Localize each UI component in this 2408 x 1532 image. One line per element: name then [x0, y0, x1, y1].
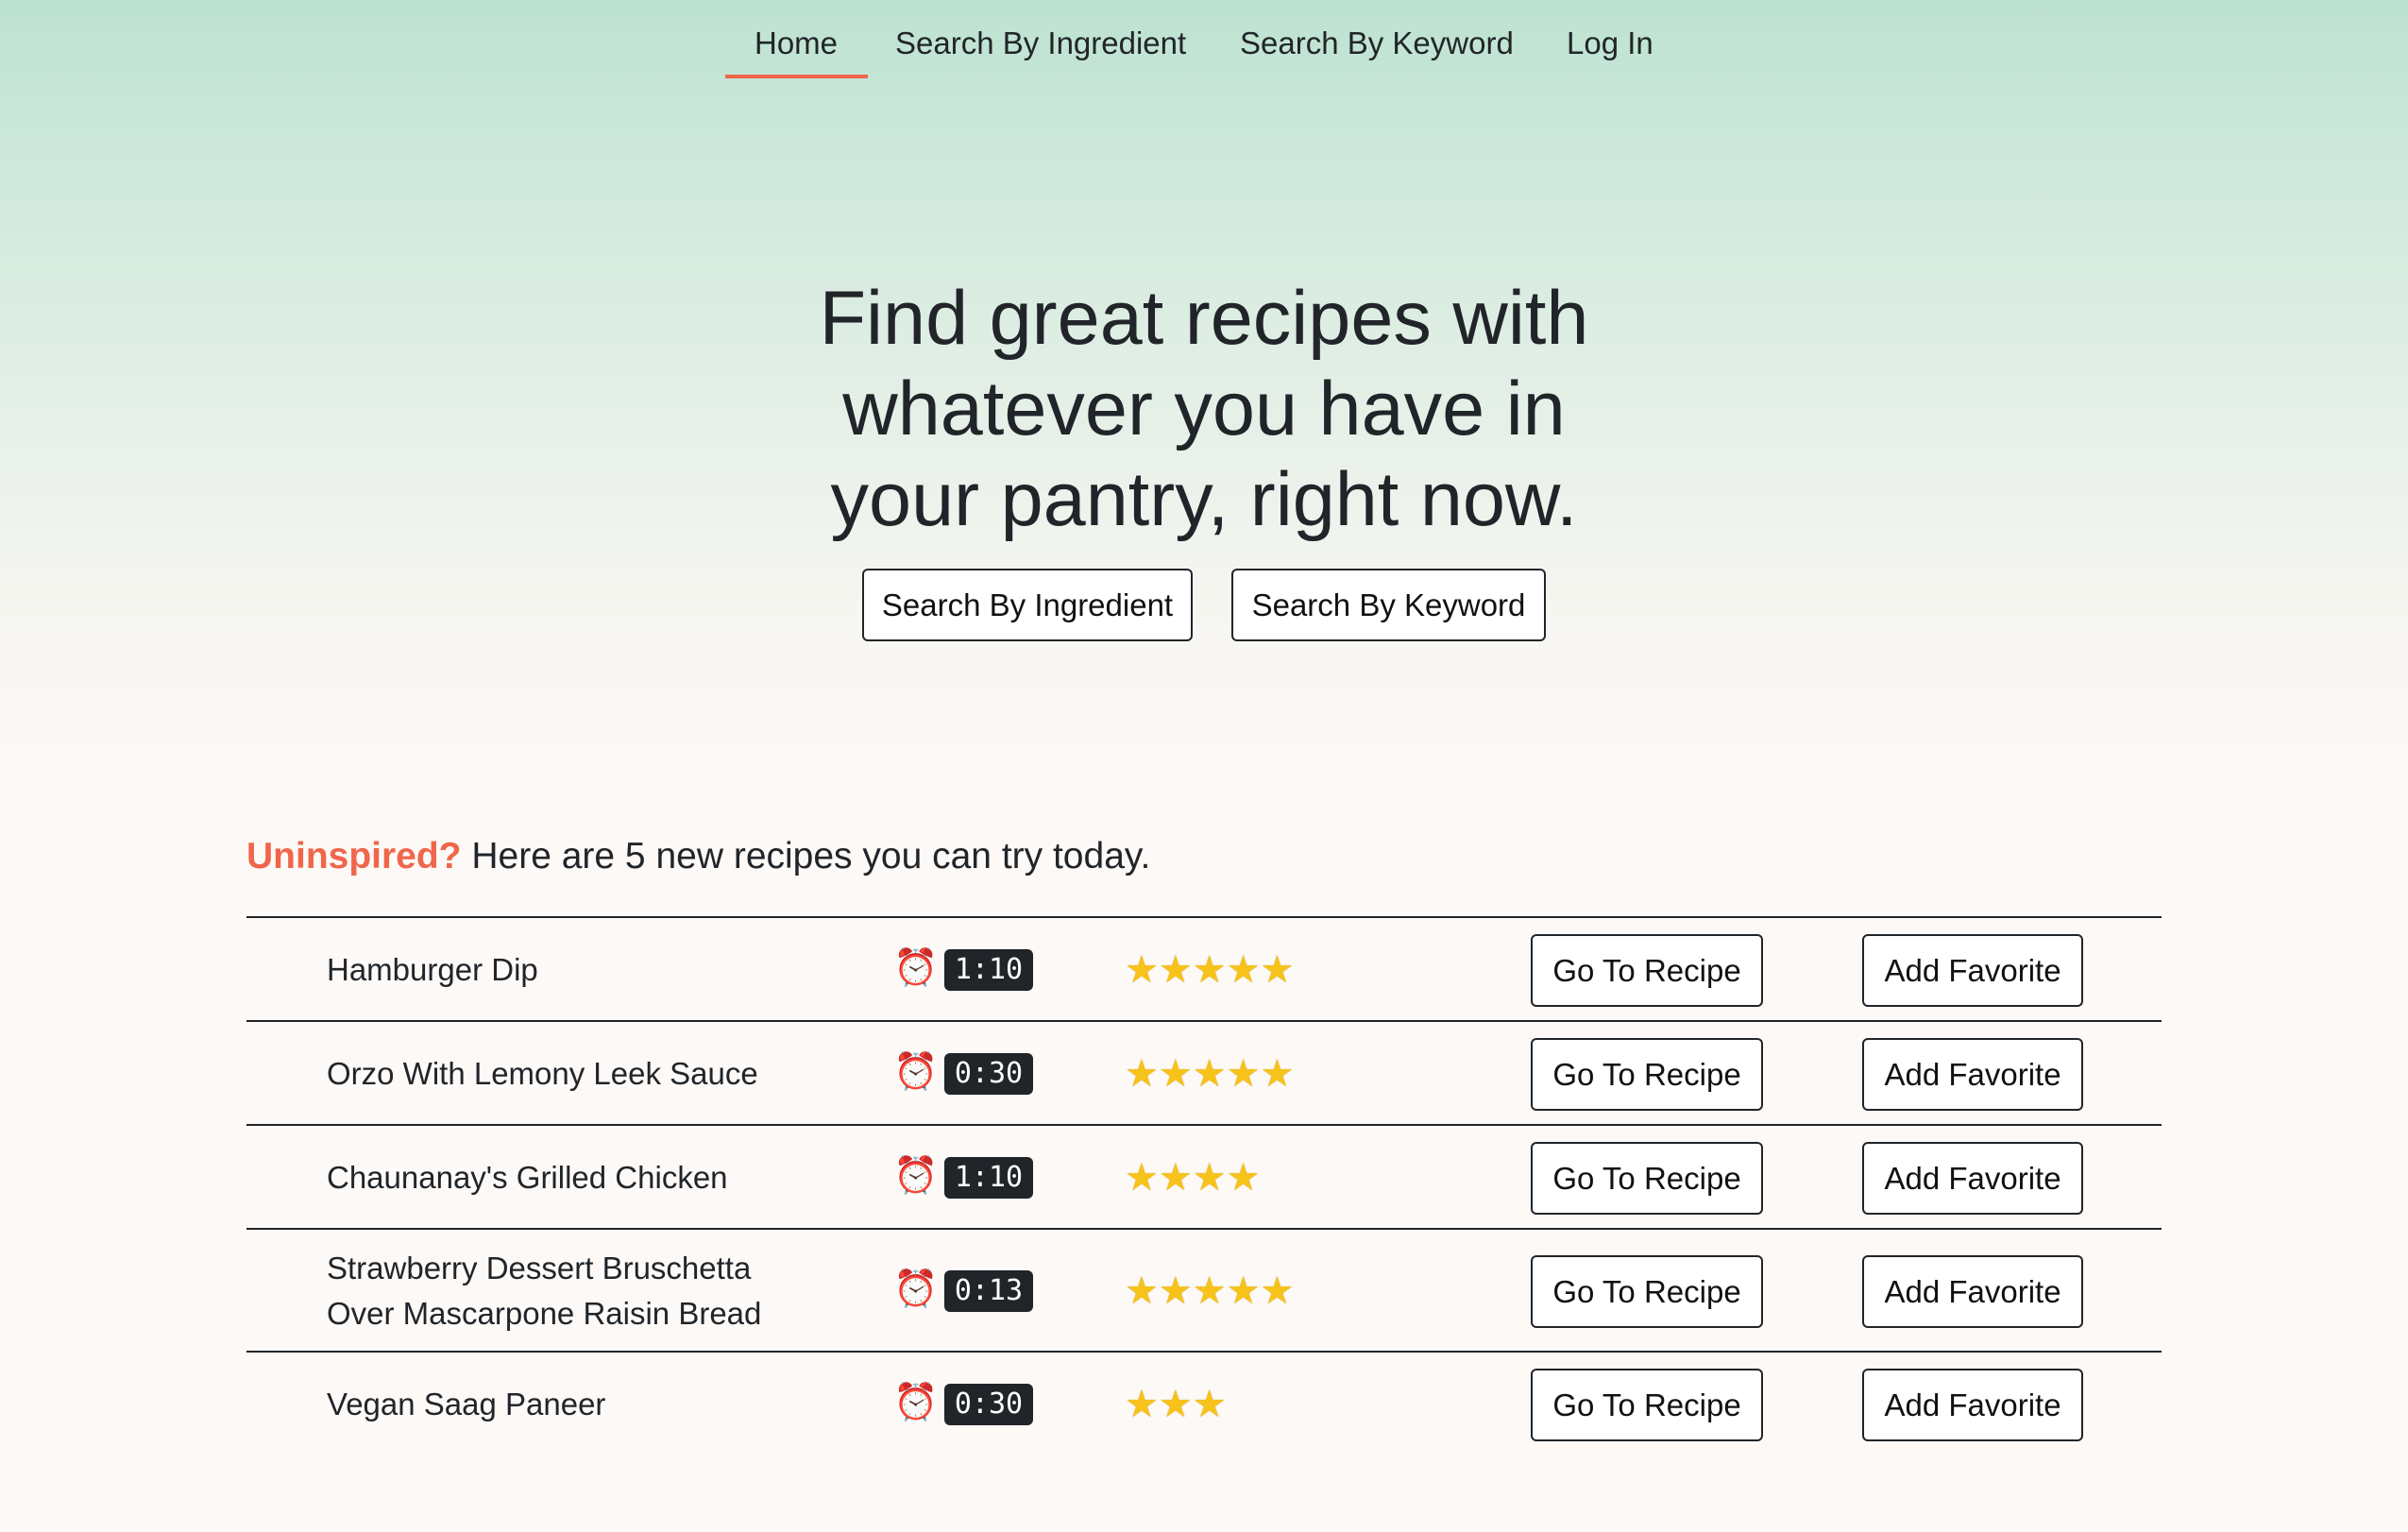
star-icon: ★ — [1226, 1053, 1261, 1095]
cook-time-badge: 0:30 — [944, 1053, 1033, 1095]
cook-time-badge: 0:13 — [944, 1270, 1033, 1312]
star-icon: ★ — [1192, 949, 1227, 991]
cook-time-badge: 1:10 — [944, 949, 1033, 991]
top-nav: Home Search By Ingredient Search By Keyw… — [0, 0, 2408, 87]
star-icon: ★ — [1125, 949, 1159, 991]
star-icon: ★ — [1192, 1157, 1227, 1199]
star-icon: ★ — [1260, 1270, 1295, 1312]
hero-search-by-keyword-button[interactable]: Search By Keyword — [1231, 569, 1546, 641]
hero-title-line: whatever you have in — [842, 366, 1566, 451]
go-to-recipe-button[interactable]: Go To Recipe — [1531, 1142, 1763, 1215]
recipe-name-line: Over Mascarpone Raisin Bread — [327, 1296, 762, 1331]
recipe-name-line: Strawberry Dessert Bruschetta — [327, 1251, 752, 1285]
star-icon: ★ — [1125, 1384, 1159, 1425]
star-icon: ★ — [1158, 949, 1193, 991]
star-icon: ★ — [1158, 1384, 1193, 1425]
recipe-row: Strawberry Dessert Bruschetta Over Mascar… — [246, 1228, 2162, 1351]
hero-search-by-ingredient-button[interactable]: Search By Ingredient — [862, 569, 1193, 641]
alarm-clock-icon: ⏰ — [893, 1052, 939, 1092]
star-rating: ★★★★★ — [1125, 1269, 1294, 1313]
star-icon: ★ — [1158, 1157, 1193, 1199]
star-icon: ★ — [1260, 1053, 1295, 1095]
star-rating: ★★★★ — [1125, 1156, 1260, 1200]
recipe-name-line: Vegan Saag Paneer — [327, 1387, 606, 1421]
nav-search-by-ingredient[interactable]: Search By Ingredient — [895, 23, 1186, 64]
recipe-name: Strawberry Dessert Bruschetta Over Mascar… — [327, 1246, 761, 1336]
nav-search-by-keyword[interactable]: Search By Keyword — [1240, 23, 1514, 64]
add-favorite-button[interactable]: Add Favorite — [1862, 1038, 2083, 1111]
star-icon: ★ — [1125, 1270, 1159, 1312]
recipe-name-line: Hamburger Dip — [327, 952, 538, 987]
go-to-recipe-button[interactable]: Go To Recipe — [1531, 1369, 1763, 1441]
go-to-recipe-button[interactable]: Go To Recipe — [1531, 934, 1763, 1007]
alarm-clock-icon: ⏰ — [893, 1156, 939, 1196]
cook-time-badge: 0:30 — [944, 1384, 1033, 1425]
hero-title-line: Find great recipes with — [819, 276, 1589, 361]
star-icon: ★ — [1192, 1053, 1227, 1095]
star-icon: ★ — [1158, 1270, 1193, 1312]
star-icon: ★ — [1260, 949, 1295, 991]
alarm-clock-icon: ⏰ — [893, 1269, 939, 1309]
star-icon: ★ — [1125, 1157, 1159, 1199]
recipe-name: Orzo With Lemony Leek Sauce — [327, 1051, 758, 1097]
nav-log-in[interactable]: Log In — [1567, 23, 1653, 64]
recipe-name: Chaunanay's Grilled Chicken — [327, 1155, 728, 1200]
cook-time-badge: 1:10 — [944, 1157, 1033, 1199]
star-icon: ★ — [1192, 1384, 1227, 1425]
star-rating: ★★★★★ — [1125, 948, 1294, 992]
hero-title: Find great recipes with whatever you hav… — [0, 273, 2408, 545]
hero-title-line: your pantry, right now. — [830, 457, 1578, 542]
recipe-name: Hamburger Dip — [327, 947, 538, 993]
add-favorite-button[interactable]: Add Favorite — [1862, 1369, 2083, 1441]
star-icon: ★ — [1226, 1270, 1261, 1312]
add-favorite-button[interactable]: Add Favorite — [1862, 1255, 2083, 1328]
recipe-name: Vegan Saag Paneer — [327, 1382, 605, 1427]
star-rating: ★★★ — [1125, 1383, 1227, 1426]
recipe-row: Orzo With Lemony Leek Sauce ⏰ 0:30 ★★★★★ Go … — [246, 1020, 2162, 1124]
alarm-clock-icon: ⏰ — [893, 948, 939, 988]
go-to-recipe-button[interactable]: Go To Recipe — [1531, 1038, 1763, 1111]
star-icon: ★ — [1158, 1053, 1193, 1095]
star-rating: ★★★★★ — [1125, 1052, 1294, 1096]
star-icon: ★ — [1192, 1270, 1227, 1312]
star-icon: ★ — [1226, 949, 1261, 991]
recipe-row: Vegan Saag Paneer ⏰ 0:30 ★★★ Go To Recipe Add… — [246, 1351, 2162, 1455]
recipe-name-line: Orzo With Lemony Leek Sauce — [327, 1056, 758, 1091]
alarm-clock-icon: ⏰ — [893, 1383, 939, 1422]
add-favorite-button[interactable]: Add Favorite — [1862, 934, 2083, 1007]
recipes-heading: Uninspired? Here are 5 new recipes you c… — [246, 833, 1150, 880]
recipes-heading-text: Here are 5 new recipes you can try today… — [461, 836, 1151, 877]
star-icon: ★ — [1226, 1157, 1261, 1199]
nav-home[interactable]: Home — [724, 23, 869, 78]
add-favorite-button[interactable]: Add Favorite — [1862, 1142, 2083, 1215]
recipe-name-line: Chaunanay's Grilled Chicken — [327, 1160, 728, 1195]
star-icon: ★ — [1125, 1053, 1159, 1095]
recipes-heading-accent: Uninspired? — [246, 836, 462, 877]
recipe-row: Chaunanay's Grilled Chicken ⏰ 1:10 ★★★★ Go T… — [246, 1124, 2162, 1228]
go-to-recipe-button[interactable]: Go To Recipe — [1531, 1255, 1763, 1328]
recipe-row: Hamburger Dip ⏰ 1:10 ★★★★★ Go To Recipe Add F… — [246, 916, 2162, 1020]
